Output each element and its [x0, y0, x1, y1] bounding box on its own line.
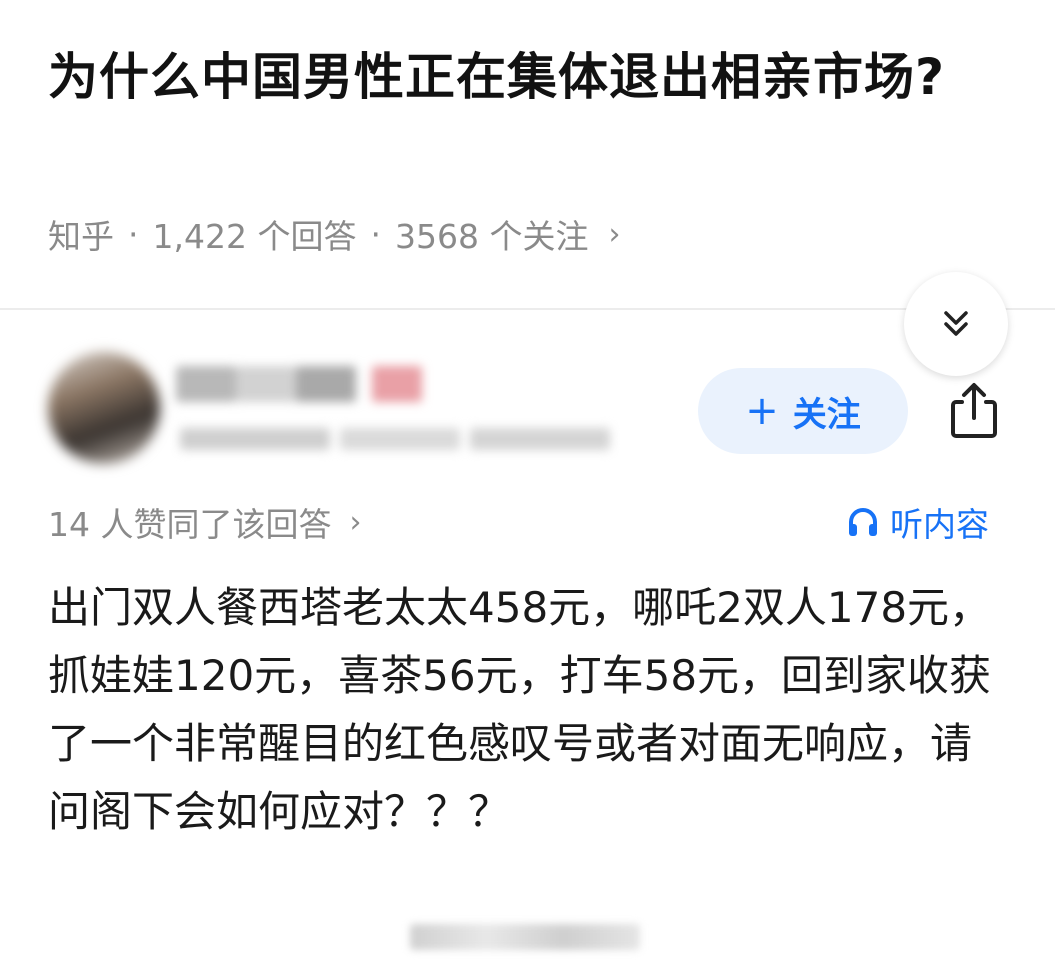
question-title[interactable]: 为什么中国男性正在集体退出相亲市场?	[48, 40, 988, 114]
double-chevron-down-icon	[944, 311, 968, 336]
divider	[0, 308, 1055, 310]
plus-icon: +	[745, 388, 779, 434]
avatar[interactable]	[48, 352, 160, 464]
collapse-button[interactable]	[904, 272, 1008, 376]
meta-separator: ·	[128, 214, 139, 254]
headphones-icon	[849, 508, 877, 536]
question-meta[interactable]: 知乎 · 1,422 个回答 · 3568 个关注 ›	[48, 208, 620, 260]
listen-button[interactable]: 听内容	[846, 496, 989, 548]
follow-button[interactable]: + 关注	[698, 368, 908, 454]
meta-separator: ·	[370, 214, 381, 254]
answer-body[interactable]: 出门双人餐西塔老太太458元，哪吒2双人178元，抓娃娃120元，喜茶56元，打…	[48, 574, 998, 846]
chevron-right-icon: ›	[608, 216, 621, 252]
chevron-right-icon: ›	[349, 504, 362, 540]
author-bio	[180, 420, 620, 460]
answer-count: 1,422 个回答	[152, 217, 357, 256]
share-button[interactable]	[940, 376, 1008, 444]
author-name[interactable]	[176, 356, 436, 412]
follow-label: 关注	[792, 394, 861, 435]
listen-label: 听内容	[890, 505, 989, 544]
share-icon	[951, 383, 997, 438]
upvote-count: 14 人赞同了该回答	[48, 505, 332, 544]
blurred-watermark	[410, 924, 640, 950]
follower-count: 3568 个关注	[394, 217, 589, 256]
source-label: 知乎	[48, 217, 114, 256]
upvote-info[interactable]: 14 人赞同了该回答 ›	[48, 496, 361, 548]
